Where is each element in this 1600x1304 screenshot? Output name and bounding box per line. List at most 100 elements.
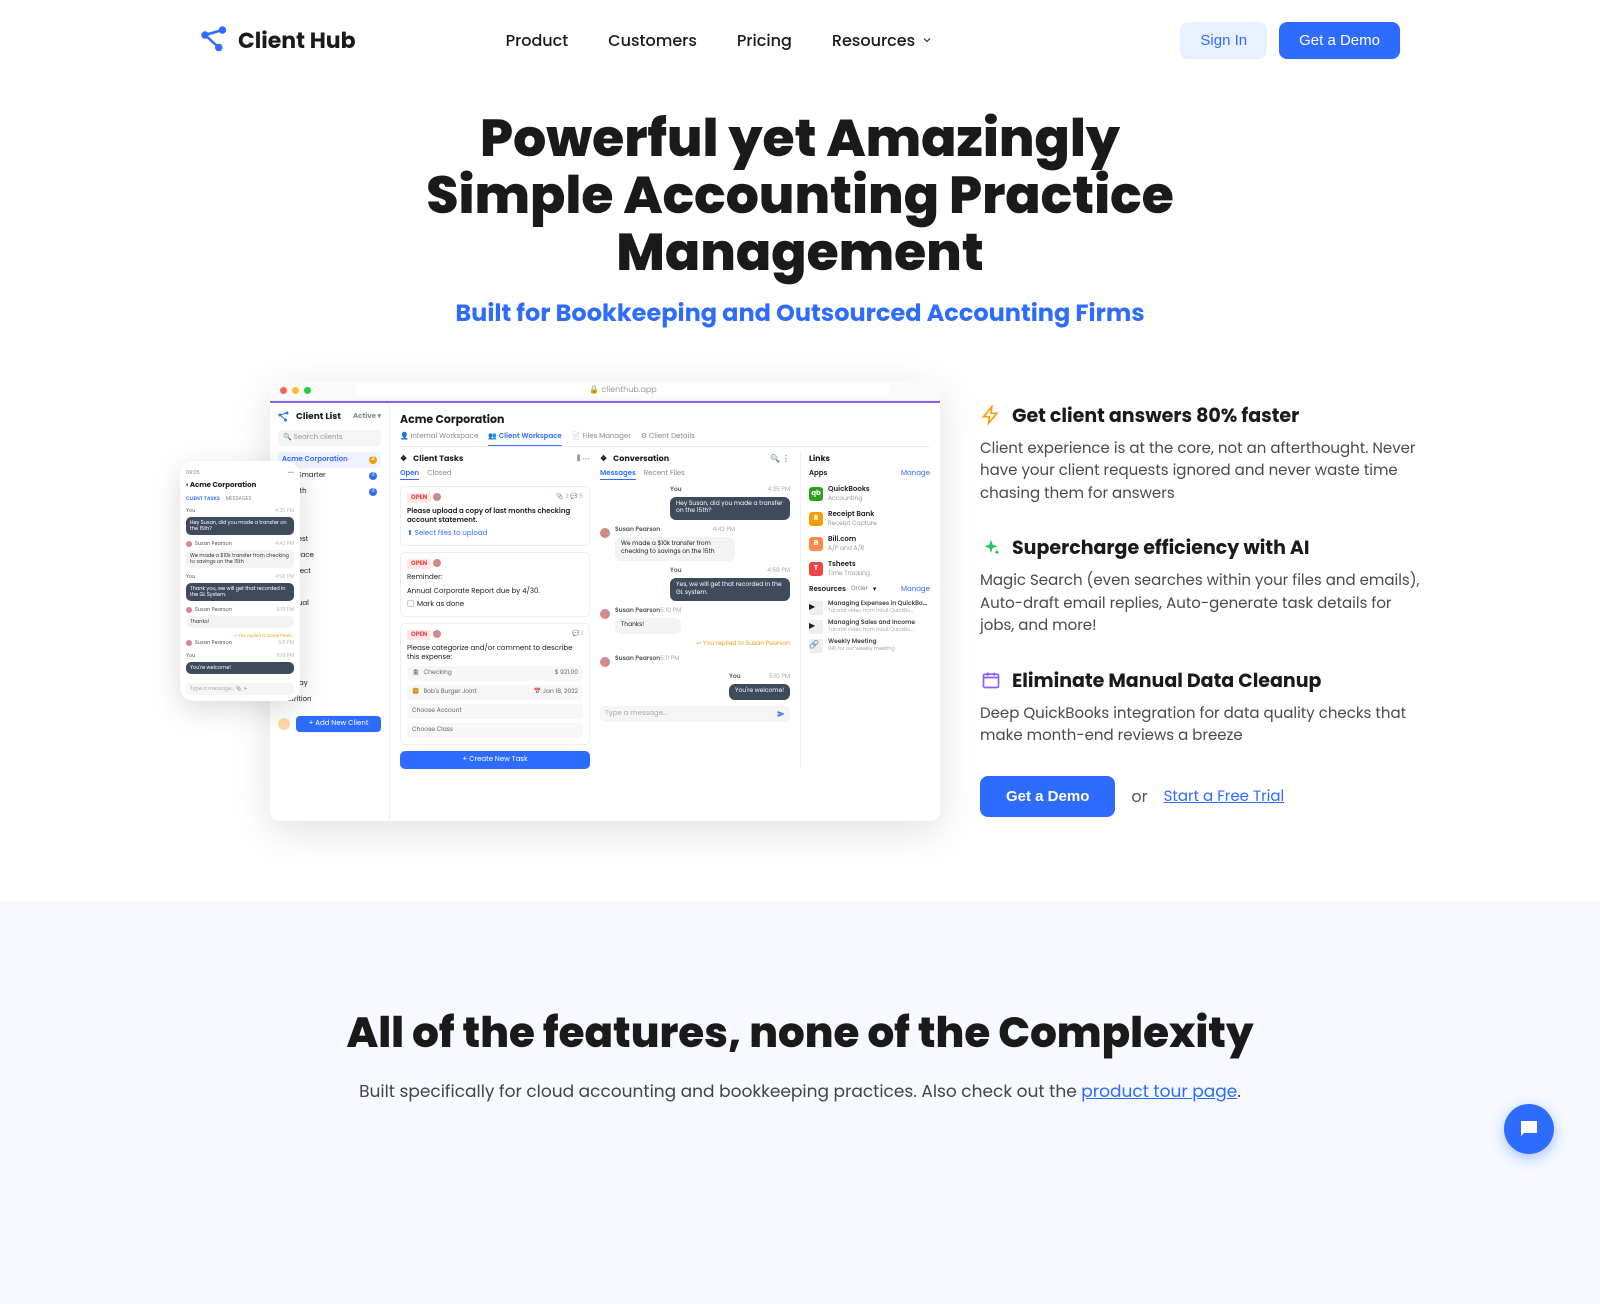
nav-pricing[interactable]: Pricing: [737, 28, 792, 53]
tab-details: ⚙ Client Details: [641, 432, 695, 442]
message: Susan Pearson5:10 PMThanks!: [600, 607, 790, 634]
site-header: Client Hub Product Customers Pricing Res…: [0, 0, 1600, 80]
message: You4:58 PMYes, we will get that recorded…: [600, 567, 790, 602]
app-body: Client List Active ▾ 🔍 Search clients Ac…: [270, 403, 940, 821]
chat-launcher[interactable]: [1504, 1104, 1554, 1154]
phone-mock: 09:05••• ‹ Acme Corporation CLIENT TASKS…: [180, 461, 300, 701]
sparkle-icon: [980, 537, 1002, 559]
avatar-icon: [186, 640, 192, 646]
tsheets-icon: T: [809, 562, 823, 576]
app-link: BBill.comA/P and A/R: [809, 535, 930, 554]
choose-class: Choose Class: [407, 723, 583, 738]
resource-item: ▶Managing Sales and IncomeTutorial video…: [809, 620, 930, 634]
app-link: qbQuickBooksAccounting: [809, 485, 930, 504]
phone-message: You4:35 PMHey Susan, did you made a tran…: [186, 507, 294, 535]
avatar-icon: [600, 657, 610, 667]
send-icon: [777, 710, 785, 718]
nav-resources[interactable]: Resources: [832, 28, 933, 53]
phone-company: ‹ Acme Corporation: [186, 481, 294, 491]
hero-subtitle: Built for Bookkeeping and Outsourced Acc…: [0, 296, 1600, 331]
nav-product[interactable]: Product: [506, 28, 569, 53]
features-section: All of the features, none of the Complex…: [0, 901, 1600, 1304]
workspace-tabs: 👤 Internal Workspace 👥 Client Workspace …: [400, 432, 930, 447]
task-card: OPEN 💬 1 Please categorize and/or commen…: [400, 623, 590, 745]
open-closed-tabs: OpenClosed: [400, 469, 590, 480]
avatar-icon: [600, 528, 610, 538]
phone-message: Susan Pearson5:11 PM: [186, 639, 294, 647]
avatar-icon: [433, 630, 441, 638]
demo-button[interactable]: Get a Demo: [1279, 22, 1400, 59]
avatar-icon: [186, 541, 192, 547]
create-task-button: + Create New Task: [400, 751, 590, 769]
browser-chrome: 🔒 clienthub.app: [270, 381, 940, 401]
reply-indicator: ↩ You replied to Susan Pearson: [600, 640, 790, 649]
main-nav: Product Customers Pricing Resources: [506, 28, 934, 53]
cta-demo-button[interactable]: Get a Demo: [980, 776, 1115, 817]
choose-account: Choose Account: [407, 704, 583, 719]
conversation-col: ❖ Conversation🔍 ⋮ MessagesRecent Files Y…: [600, 453, 790, 769]
avatar-icon: [433, 559, 441, 567]
phone-message: You4:58 PMThank you, we will get that re…: [186, 573, 294, 601]
workspace: Acme Corporation 👤 Internal Workspace 👥 …: [390, 403, 940, 821]
close-icon: [280, 387, 287, 394]
add-client-button: + Add New Client: [296, 716, 381, 732]
phone-message: Susan Pearson4:42 PMWe made a $10k trans…: [186, 540, 294, 568]
cta-trial-link[interactable]: Start a Free Trial: [1164, 785, 1285, 808]
calendar-icon: [980, 669, 1002, 691]
billcom-icon: B: [809, 537, 823, 551]
brand-logo[interactable]: Client Hub: [200, 24, 356, 57]
add-client-row: + Add New Client: [278, 716, 381, 732]
client-search: 🔍 Search clients: [278, 430, 381, 446]
tab-files: 📄 Files Manager: [572, 432, 631, 442]
user-avatar: [278, 718, 290, 730]
signin-button[interactable]: Sign In: [1180, 22, 1267, 59]
active-filter: Active ▾: [353, 412, 381, 422]
features-column: Get client answers 80% faster Client exp…: [980, 381, 1420, 817]
vendor-chip: 🍔 Bob's Burger Joint 📅 Jan 18, 2022: [407, 685, 583, 700]
links-col: Links AppsManage qbQuickBooksAccounting …: [800, 453, 930, 769]
cta-or: or: [1131, 784, 1147, 809]
hero: Powerful yet Amazingly Simple Accounting…: [0, 80, 1600, 351]
workspace-cols: ❖ Client Tasks⫴ ⋯ OpenClosed OPEN 📎 2 💬 …: [400, 453, 930, 769]
receipt-bank-icon: R: [809, 512, 823, 526]
conv-tabs: MessagesRecent Files: [600, 469, 790, 480]
task-card: OPEN Reminder: Annual Corporate Report d…: [400, 552, 590, 617]
link-thumb-icon: 🔗: [809, 639, 823, 653]
resource-item: 🔗Weekly MeetingURL for our weekly meetin…: [809, 639, 930, 653]
phone-statusbar: 09:05•••: [186, 469, 294, 477]
hero-title: Powerful yet Amazingly Simple Accounting…: [400, 110, 1200, 282]
message-input: Type a message...: [600, 706, 790, 722]
app-link: TTsheetsTime Tracking: [809, 560, 930, 579]
sec2-body: Built specifically for cloud accounting …: [0, 1078, 1600, 1104]
message: You5:10 PMYou're welcome!: [600, 673, 790, 700]
tasks-heading: ❖ Client Tasks⫴ ⋯: [400, 453, 590, 465]
sidebar-header: Client List Active ▾: [278, 411, 381, 424]
account-chip: 🏦 Checking $ 921.00: [407, 666, 583, 681]
resources-header: Resources Order ▾Manage: [809, 585, 930, 595]
app-link: RReceipt BankReceipt Capture: [809, 510, 930, 529]
hero-cta: Get a Demo or Start a Free Trial: [980, 776, 1420, 817]
nav-customers[interactable]: Customers: [608, 28, 697, 53]
tasks-col: ❖ Client Tasks⫴ ⋯ OpenClosed OPEN 📎 2 💬 …: [400, 453, 590, 769]
chat-icon: [1517, 1117, 1541, 1141]
feature-item: Supercharge efficiency with AI Magic Sea…: [980, 533, 1420, 638]
sec2-title: All of the features, none of the Complex…: [0, 1001, 1600, 1064]
phone-message: Susan Pearson5:10 PMThanks!: [186, 606, 294, 628]
logo-icon: [200, 25, 230, 55]
tab-client: 👥 Client Workspace: [488, 432, 561, 446]
main-row: 🔒 clienthub.app Client List Active ▾ 🔍 S…: [0, 351, 1600, 901]
avatar-icon: [186, 607, 192, 613]
browser-window: 🔒 clienthub.app Client List Active ▾ 🔍 S…: [270, 381, 940, 821]
message: Susan Pearson4:42 PMWe made a $10k trans…: [600, 526, 790, 561]
feature-item: Get client answers 80% faster Client exp…: [980, 401, 1420, 506]
logo-icon: [278, 411, 290, 423]
lightning-icon: [980, 404, 1002, 426]
avatar-icon: [600, 609, 610, 619]
minimize-icon: [292, 387, 299, 394]
message: Susan Pearson5:11 PM: [600, 655, 790, 667]
avatar-icon: [433, 493, 441, 501]
video-thumb-icon: ▶: [809, 620, 823, 634]
company-title: Acme Corporation: [400, 411, 930, 428]
header-buttons: Sign In Get a Demo: [1180, 22, 1400, 59]
product-tour-link[interactable]: product tour page: [1081, 1079, 1237, 1103]
